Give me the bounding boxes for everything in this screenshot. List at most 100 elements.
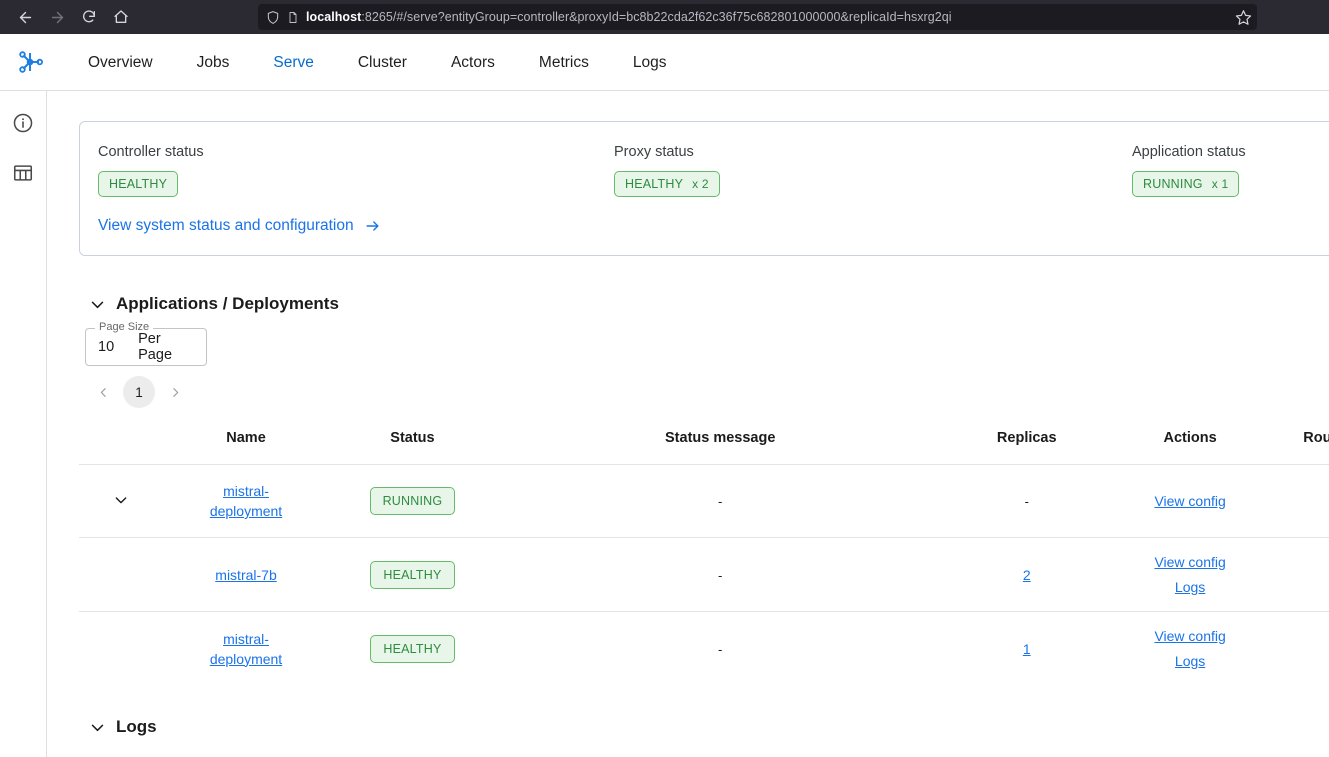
proxy-status-block: Proxy status HEALTHY x 2 [614,144,1132,197]
row-expand-cell [79,538,162,612]
replicas-link[interactable]: 1 [1023,639,1031,659]
logs-link[interactable]: Logs [1175,577,1205,597]
nav-item-logs[interactable]: Logs [611,34,689,91]
ray-logo-glyph [15,47,45,77]
application-status-count: x 1 [1212,177,1229,191]
deployments-section-title: Applications / Deployments [116,294,339,314]
replicas-link[interactable]: 2 [1023,565,1031,585]
replicas-value: - [1025,494,1029,509]
row-actions-cell: View config Logs [1108,612,1272,686]
page-body: Controller status HEALTHY View system st… [0,91,1329,757]
row-route-prefix-cell: / [1272,465,1329,538]
table-header-row: Name Status Status message Replicas Acti… [79,430,1329,465]
url-path: :8265/#/serve?entityGroup=controller&pro… [361,10,951,24]
home-icon [113,9,129,25]
address-bar[interactable]: localhost:8265/#/serve?entityGroup=contr… [258,4,1257,30]
controller-status-text: HEALTHY [109,177,167,191]
row-actions-cell: View config [1108,465,1272,538]
application-status-block: Application status RUNNING x 1 [1132,144,1246,197]
pagination-next-button[interactable] [161,378,189,406]
reload-button[interactable] [74,3,104,31]
logs-link[interactable]: Logs [1175,651,1205,671]
row-status-cell: HEALTHY [330,612,495,686]
col-status-message: Status message [495,430,945,465]
controller-status-block: Controller status HEALTHY View system st… [98,144,614,235]
row-route-prefix-cell: - [1272,538,1329,612]
sidebar-item-table[interactable] [9,159,37,187]
url-text: localhost:8265/#/serve?entityGroup=contr… [306,10,952,24]
proxy-status-text: HEALTHY [625,177,683,191]
col-name: Name [162,430,330,465]
status-message-value: - [718,642,722,657]
back-button[interactable] [10,3,40,31]
view-system-status-link[interactable]: View system status and configuration [98,217,382,235]
row-expand-cell[interactable] [79,465,162,538]
ray-logo-icon[interactable] [8,42,52,82]
page-size-label: Page Size [95,321,153,333]
left-sidebar [0,91,47,757]
star-icon [1235,9,1252,26]
deployment-name-link[interactable]: mistral-deployment [201,629,291,669]
reload-icon [81,9,97,25]
table-row: mistral-7b HEALTHY - 2 [79,538,1329,612]
logs-section-title: Logs [116,717,157,737]
row-replicas-cell: 1 [945,612,1108,686]
page-icon [287,10,299,25]
row-actions-cell: View config Logs [1108,538,1272,612]
sidebar-item-info[interactable] [9,109,37,137]
col-expand [79,430,162,465]
col-replicas: Replicas [945,430,1108,465]
chevron-down-icon[interactable] [113,492,129,508]
main-content: Controller status HEALTHY View system st… [47,91,1329,757]
nav-item-serve[interactable]: Serve [251,34,336,91]
url-host: localhost [306,10,361,24]
deployment-name-link[interactable]: mistral-deployment [201,481,291,521]
shield-icon [266,10,280,25]
chevron-right-icon [169,386,182,399]
page-size-control[interactable]: Page Size 10 Per Page [85,328,207,366]
row-status-message-cell: - [495,612,945,686]
page-size-box[interactable]: 10 Per Page [85,328,207,366]
bookmark-button[interactable] [1229,4,1257,30]
row-replicas-cell: - [945,465,1108,538]
page-size-suffix: Per Page [138,331,194,363]
row-replicas-cell: 2 [945,538,1108,612]
forward-button[interactable] [42,3,72,31]
nav-item-cluster[interactable]: Cluster [336,34,429,91]
status-message-value: - [718,568,722,583]
home-button[interactable] [106,3,136,31]
col-route-prefix: Route prefix [1272,430,1329,465]
view-config-link[interactable]: View config [1154,552,1225,572]
logs-section-header[interactable]: Logs [89,717,1329,737]
status-badge: HEALTHY [370,561,454,589]
deployments-table: Name Status Status message Replicas Acti… [79,430,1329,685]
nav-item-metrics[interactable]: Metrics [517,34,611,91]
controller-status-label: Controller status [98,144,614,160]
arrow-right-icon [49,9,66,26]
view-config-link[interactable]: View config [1154,491,1225,511]
row-route-prefix-cell: - [1272,612,1329,686]
col-actions: Actions [1108,430,1272,465]
deployment-name-link[interactable]: mistral-7b [215,565,276,585]
nav-item-actors[interactable]: Actors [429,34,517,91]
row-status-message-cell: - [495,538,945,612]
page-size-input[interactable]: 10 [98,339,114,355]
deployments-section-header[interactable]: Applications / Deployments [89,294,1329,314]
pagination-prev-button[interactable] [89,378,117,406]
pagination-page-1[interactable]: 1 [123,376,155,408]
arrow-right-icon [363,218,382,234]
nav-item-jobs[interactable]: Jobs [175,34,252,91]
view-config-link[interactable]: View config [1154,626,1225,646]
status-badge: RUNNING [370,487,456,515]
nav-items: Overview Jobs Serve Cluster Actors Metri… [66,34,688,91]
proxy-status-badge: HEALTHY x 2 [614,171,720,197]
application-status-label: Application status [1132,144,1246,160]
table-grid-icon [12,162,34,184]
application-status-text: RUNNING [1143,177,1203,191]
nav-item-overview[interactable]: Overview [66,34,175,91]
arrow-left-icon [17,9,34,26]
row-name-cell: mistral-7b [162,538,330,612]
info-circle-icon [12,112,34,134]
serve-status-card: Controller status HEALTHY View system st… [79,121,1329,256]
row-name-cell: mistral-deployment [162,612,330,686]
